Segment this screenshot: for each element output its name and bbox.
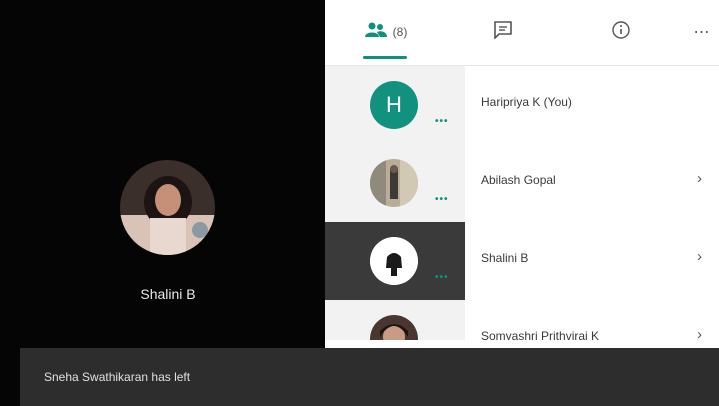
row-avatar-column: H ••• — [325, 66, 465, 144]
participant-name: Abilash Gopal — [481, 173, 556, 187]
panel-tabbar: (8) ⋯ — [325, 0, 719, 66]
speaker-name: Shalini B — [140, 286, 196, 302]
participant-name: Shalini B — [481, 251, 529, 265]
chevron-right-icon[interactable]: › — [697, 170, 702, 187]
participant-row[interactable]: ••• Abilash Gopal › — [325, 144, 719, 222]
tab-chat[interactable] — [485, 14, 521, 50]
avatar — [370, 315, 418, 340]
row-more-button[interactable]: ••• — [435, 116, 449, 127]
speaker-avatar — [120, 160, 215, 255]
row-avatar-column — [325, 300, 465, 340]
more-icon: ⋯ — [693, 24, 711, 41]
participant-row[interactable]: Somyashri Prithviraj K › — [325, 300, 719, 340]
row-avatar-column: ••• — [325, 222, 465, 300]
avatar — [370, 159, 418, 207]
chevron-right-icon[interactable]: › — [697, 248, 702, 265]
video-stage: Shalini B — [0, 0, 325, 406]
row-more-button[interactable]: ••• — [435, 272, 449, 283]
active-tab-indicator — [363, 56, 407, 59]
chevron-right-icon[interactable]: › — [697, 326, 702, 340]
avatar — [370, 237, 418, 285]
toast-notification: Sneha Swathikaran has left — [20, 348, 719, 406]
row-more-button[interactable]: ••• — [435, 194, 449, 205]
more-options-button[interactable]: ⋯ — [687, 14, 717, 50]
participant-row[interactable]: H ••• Haripriya K (You) — [325, 66, 719, 144]
participant-name: Somyashri Prithviraj K — [481, 329, 600, 340]
side-panel: (8) ⋯ H ••• Haripriya K (You) ••• Abilas… — [325, 0, 719, 406]
tab-people[interactable]: (8) — [355, 14, 417, 50]
avatar: H — [370, 81, 418, 129]
participant-list: H ••• Haripriya K (You) ••• Abilash Gopa… — [325, 66, 719, 340]
toast-text: Sneha Swathikaran has left — [44, 370, 191, 384]
row-avatar-column: ••• — [325, 144, 465, 222]
info-icon — [611, 20, 631, 45]
people-icon — [364, 22, 387, 43]
people-count: (8) — [392, 25, 408, 39]
participant-row[interactable]: ••• Shalini B › — [325, 222, 719, 300]
tab-info[interactable] — [603, 14, 639, 50]
participant-name: Haripriya K (You) — [481, 95, 572, 109]
chat-icon — [493, 20, 513, 44]
